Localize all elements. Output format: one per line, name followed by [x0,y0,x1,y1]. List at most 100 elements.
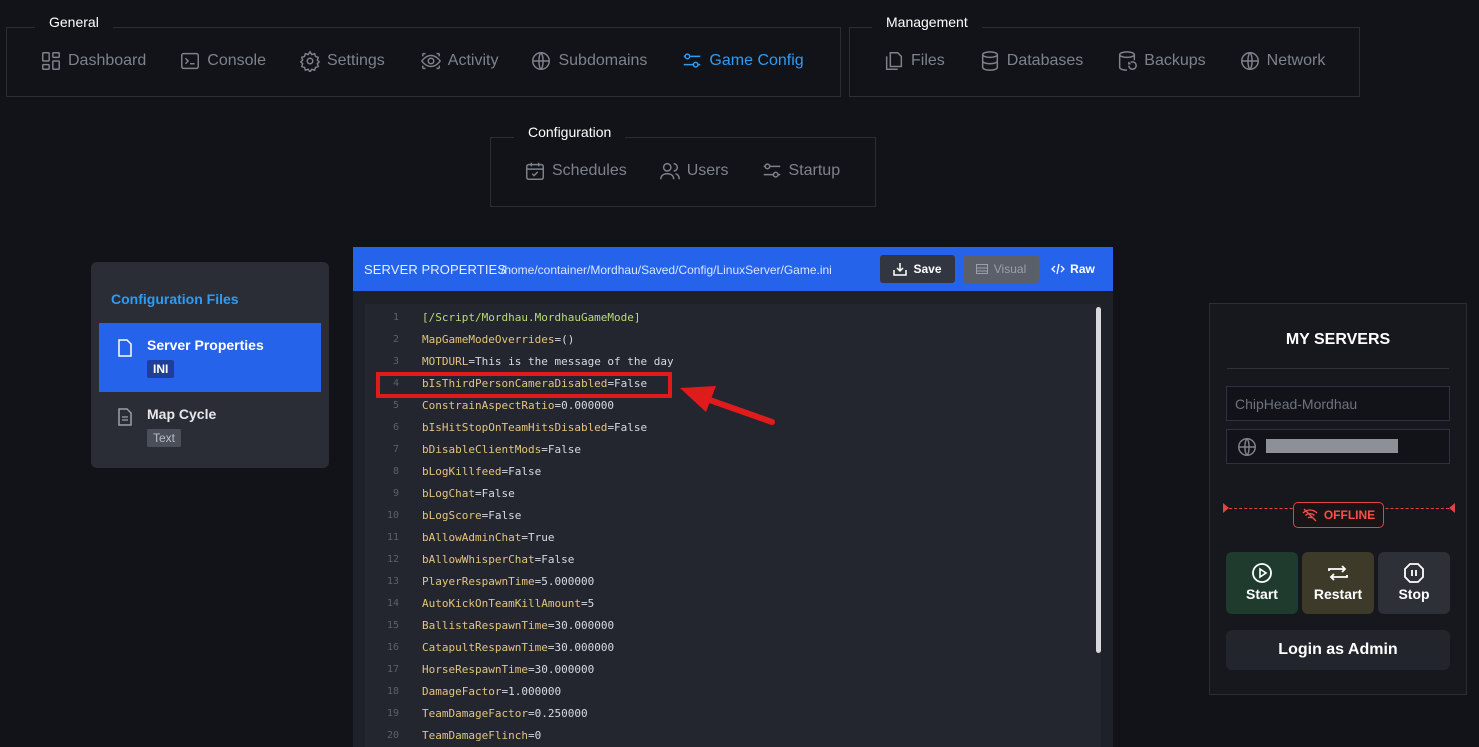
code-line[interactable]: 17 HorseRespawnTime=30.000000 [365,659,1085,681]
users-icon [659,162,680,180]
nav-files[interactable]: Files [883,50,945,72]
config-value: =False [501,465,542,478]
backup-icon [1119,51,1138,71]
code-line[interactable]: 8 bLogKillfeed=False [365,461,1085,483]
code-line[interactable]: 12 bAllowWhisperChat=False [365,549,1085,571]
line-number: 5 [392,400,399,411]
code-line[interactable]: 19 TeamDamageFactor=0.250000 [365,703,1085,725]
code-line[interactable]: 3 MOTDURL=This is the message of the day [365,351,1085,373]
code-line[interactable]: 14 AutoKickOnTeamKillAmount=5 [365,593,1085,615]
status-badge-label: OFFLINE [1323,508,1376,522]
line-number: 14 [386,598,399,609]
config-value: =This is the message of the day [468,355,674,368]
code-line[interactable]: 20 TeamDamageFlinch=0 [365,725,1085,747]
code-line[interactable]: 18 DamageFactor=1.000000 [365,681,1085,703]
code-line[interactable]: 10 bLogScore=False [365,505,1085,527]
file-item-map-cycle[interactable]: Map Cycle Text [99,392,321,461]
nav-databases[interactable]: Databases [979,50,1083,72]
nav-subdomains[interactable]: Subdomains [530,50,647,72]
line-number: 2 [392,334,399,345]
config-key: bLogScore [422,509,482,522]
raw-mode-button[interactable]: Raw [1049,255,1097,283]
nav-startup[interactable]: Startup [761,160,840,182]
code-line[interactable]: 7 bDisableClientMods=False [365,439,1085,461]
save-button[interactable]: Save [880,255,955,283]
management-nav-row: Files Databases Backups Network [883,50,1325,72]
code-line[interactable]: 16 CatapultRespawnTime=30.000000 [365,637,1085,659]
config-key: CatapultRespawnTime [422,641,548,654]
nav-settings-label: Settings [326,52,385,69]
config-key: ConstrainAspectRatio [422,399,555,412]
code-text: bLogKillfeed=False [422,461,541,483]
config-value: =5 [580,597,595,610]
line-number: 15 [386,620,399,631]
dashboard-icon [42,52,60,70]
nav-users-label: Users [686,162,729,179]
code-line[interactable]: 2 MapGameModeOverrides=() [365,329,1085,351]
nav-schedules-label: Schedules [552,162,627,179]
code-editor[interactable]: 1 [/Script/Mordhau.MordhauGameMode] 2 MapGa… [365,304,1101,747]
files-icon [885,52,903,70]
nav-settings[interactable]: Settings [299,50,385,72]
editor-scrollbar[interactable] [1096,307,1101,653]
line-number: 1 [392,312,399,323]
nav-activity[interactable]: Activity [420,50,498,72]
eye-icon [420,52,441,70]
line-number: 7 [392,444,399,455]
config-key: PlayerRespawnTime [422,575,535,588]
start-button[interactable]: Start [1226,552,1298,614]
line-number: 19 [386,708,399,719]
editor-body: 1 [/Script/Mordhau.MordhauGameMode] 2 MapGa… [353,291,1113,747]
stop-button[interactable]: Stop [1378,552,1450,614]
visual-mode-button[interactable]: Visual [963,255,1039,283]
code-line[interactable]: 15 BallistaRespawnTime=30.000000 [365,615,1085,637]
my-servers-title: MY SERVERS [1285,331,1391,348]
general-nav-row: Dashboard Console Settings Activity Subd… [40,50,804,72]
toggles-icon [763,163,780,178]
code-line[interactable]: 1 [/Script/Mordhau.MordhauGameMode] [365,307,1085,329]
config-value: =30.000000 [547,619,615,632]
code-text: PlayerRespawnTime=5.000000 [422,571,594,593]
redacted-address [1266,439,1398,453]
config-value: =() [554,333,575,346]
globe-icon [1238,438,1256,456]
file-item-server-properties[interactable]: Server Properties INI [99,323,321,392]
code-line[interactable]: 11 bAllowAdminChat=True [365,527,1085,549]
start-button-label: Start [1246,586,1278,602]
code-line[interactable]: 9 bLogChat=False [365,483,1085,505]
code-line[interactable]: 13 PlayerRespawnTime=5.000000 [365,571,1085,593]
code-text: HorseRespawnTime=30.000000 [422,659,594,681]
config-key: bAllowWhisperChat [422,553,535,566]
nav-files-label: Files [911,52,945,69]
config-key: [/Script/Mordhau.MordhauGameMode] [422,311,641,324]
configuration-group-label: Configuration [514,120,626,146]
server-name-field[interactable]: ChipHead-Mordhau [1226,386,1450,421]
table-icon [975,264,988,274]
config-key: bIsHitStopOnTeamHitsDisabled [422,421,608,434]
login-as-admin-button[interactable]: Login as Admin [1226,630,1450,670]
code-text: bAllowAdminChat=True [422,527,554,549]
config-value: =0 [527,729,542,742]
config-value: =True [521,531,555,544]
server-address-field[interactable] [1226,429,1450,464]
nav-game-config[interactable]: Game Config [681,50,804,72]
code-text: bDisableClientMods=False [422,439,581,461]
configuration-files-panel: Configuration Files Server Properties IN… [91,262,329,468]
nav-dashboard[interactable]: Dashboard [40,50,146,72]
code-text: bLogScore=False [422,505,521,527]
gear-icon [299,50,321,72]
nav-console[interactable]: Console [179,50,266,72]
calendar-icon [526,162,544,180]
general-group-label: General [35,10,113,36]
code-text: BallistaRespawnTime=30.000000 [422,615,614,637]
code-text: bAllowWhisperChat=False [422,549,574,571]
nav-backups[interactable]: Backups [1116,50,1206,72]
globe-icon [1240,52,1259,70]
nav-users[interactable]: Users [659,160,729,182]
nav-network[interactable]: Network [1239,50,1325,72]
config-key: HorseRespawnTime [422,663,528,676]
restart-button[interactable]: Restart [1302,552,1374,614]
file-name: Map Cycle [147,406,217,422]
nav-schedules[interactable]: Schedules [524,160,627,182]
file-text-icon [118,408,132,426]
